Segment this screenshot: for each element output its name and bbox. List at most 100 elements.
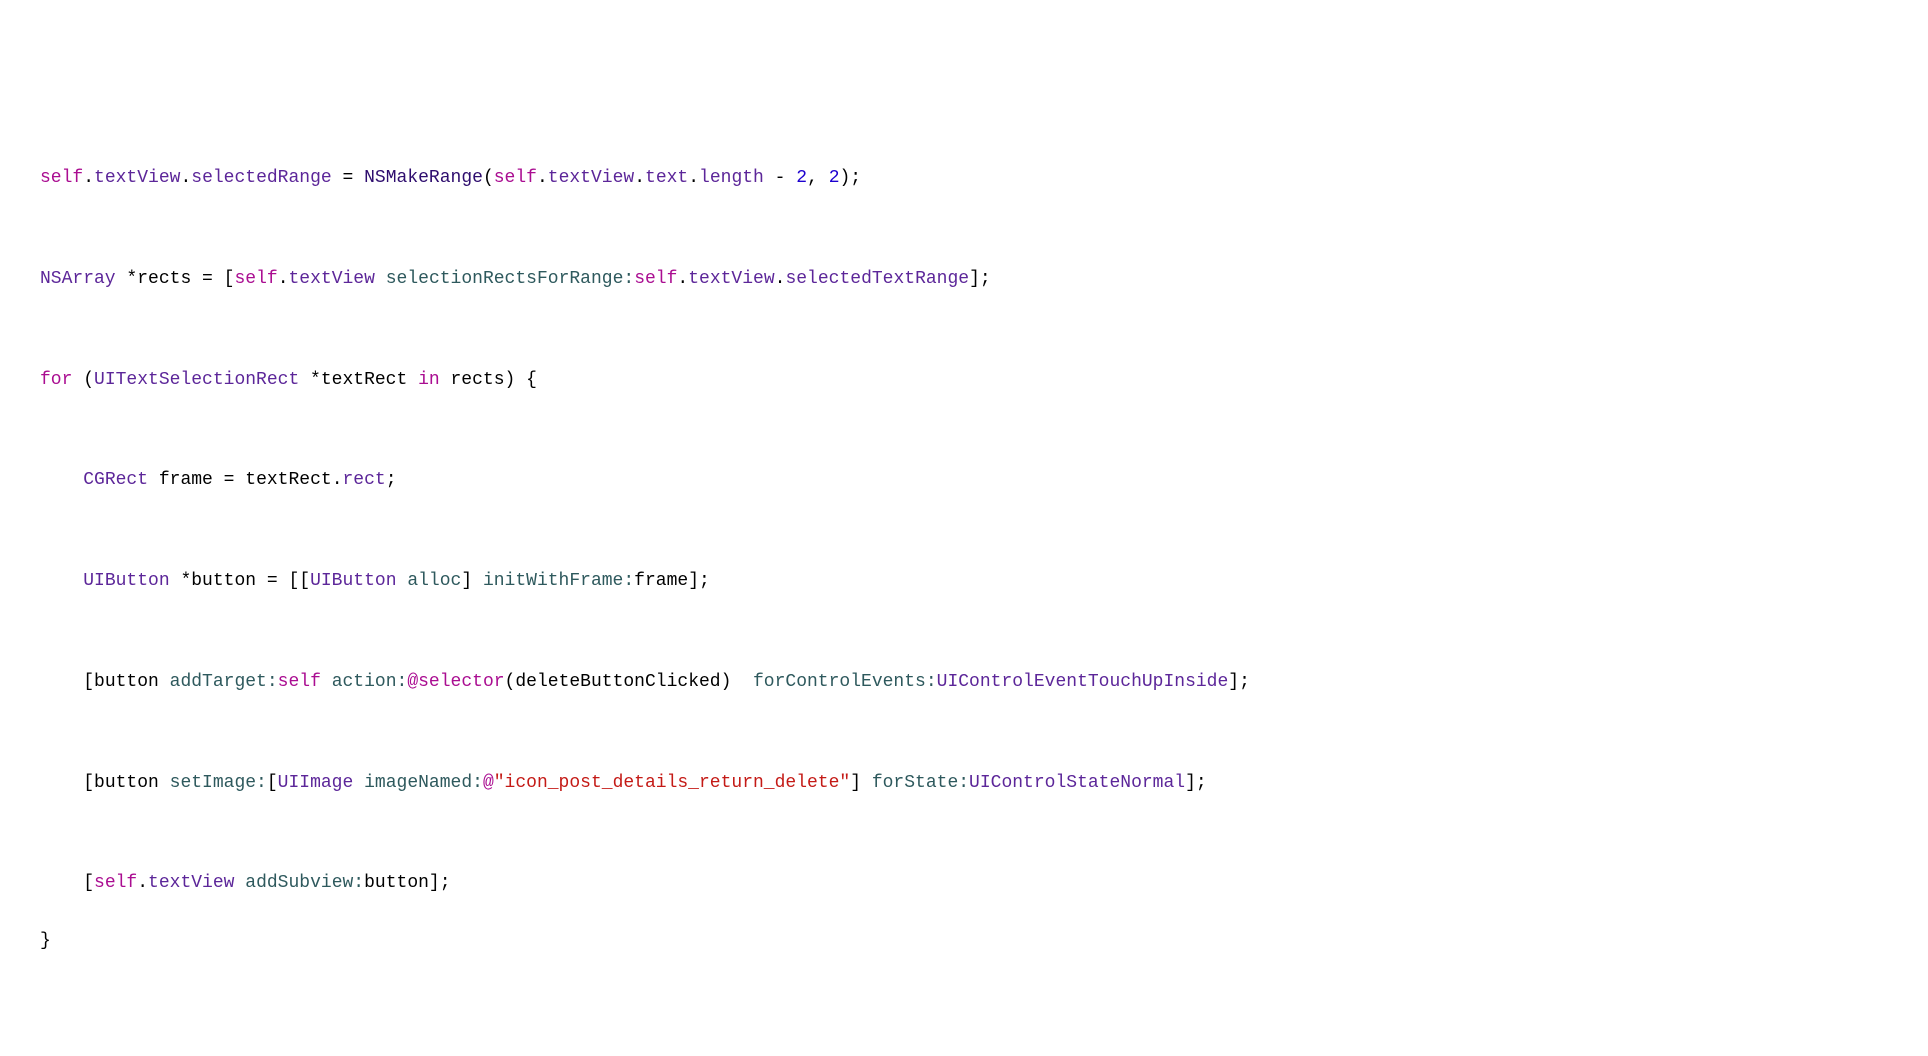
token-close: ]; (1185, 773, 1207, 793)
token-paren: ( (483, 168, 494, 188)
token-string: "icon_post_details_return_delete" (494, 773, 850, 793)
code-line-8: [self.textView addSubview:button]; (40, 869, 1888, 898)
token-type: UIImage (278, 773, 354, 793)
token-function: NSMakeRange (364, 168, 483, 188)
token-close: ] (461, 571, 483, 591)
token-dot: . (278, 269, 289, 289)
token-identifier: textRect (245, 470, 331, 490)
token-property: textView (688, 269, 774, 289)
token-dot: . (332, 470, 343, 490)
token-method: alloc (407, 571, 461, 591)
token-self: self (494, 168, 537, 188)
token-star: * (170, 571, 192, 591)
token-eq: = (332, 168, 364, 188)
token-close: ]; (688, 571, 710, 591)
token-number: 2 (796, 168, 807, 188)
token-bracket: [ (267, 773, 278, 793)
token-paren: ) { (505, 370, 537, 390)
token-property: rect (343, 470, 386, 490)
token-space (234, 873, 245, 893)
token-dot: . (83, 168, 94, 188)
token-identifier: frame (634, 571, 688, 591)
token-paren: ); (840, 168, 862, 188)
blank-line (40, 322, 1888, 336)
token-method: forControlEvents: (753, 672, 937, 692)
token-identifier: deleteButtonClicked (515, 672, 720, 692)
token-semi: ; (386, 470, 397, 490)
token-identifier: rects (137, 269, 191, 289)
token-property: textView (289, 269, 375, 289)
token-self: self (634, 269, 677, 289)
token-space (148, 470, 159, 490)
code-line-2: NSArray *rects = [self.textView selectio… (40, 265, 1888, 294)
token-identifier: textRect (321, 370, 407, 390)
token-indent (40, 470, 83, 490)
token-method: addTarget: (170, 672, 278, 692)
token-op: - (764, 168, 796, 188)
token-brace: } (40, 931, 51, 951)
token-dot: . (137, 873, 148, 893)
token-space (375, 269, 386, 289)
token-identifier: frame (159, 470, 213, 490)
token-dot: . (180, 168, 191, 188)
token-property: textView (148, 873, 234, 893)
token-close: ]; (429, 873, 451, 893)
token-eq: = [ (191, 269, 234, 289)
token-property: length (699, 168, 764, 188)
token-dot: . (537, 168, 548, 188)
token-method: selectionRectsForRange: (386, 269, 634, 289)
token-paren: ( (505, 672, 516, 692)
token-identifier: button (94, 672, 159, 692)
token-star: * (116, 269, 138, 289)
code-block: self.textView.selectedRange = NSMakeRang… (40, 135, 1888, 984)
token-identifier: button (94, 773, 159, 793)
token-property: selectedTextRange (785, 269, 969, 289)
token-identifier: button (364, 873, 429, 893)
token-space (397, 571, 408, 591)
token-bracket: ] (850, 773, 872, 793)
token-indent: [ (40, 873, 94, 893)
token-close: ]; (1228, 672, 1250, 692)
token-paren: ( (72, 370, 94, 390)
token-dot: . (677, 269, 688, 289)
token-property: text (645, 168, 688, 188)
token-type: NSArray (40, 269, 116, 289)
code-line-9: } (40, 927, 1888, 956)
token-at: @ (483, 773, 494, 793)
code-line-4: CGRect frame = textRect.rect; (40, 466, 1888, 495)
token-keyword: for (40, 370, 72, 390)
token-type: UIButton (310, 571, 396, 591)
token-space (159, 672, 170, 692)
token-method: initWithFrame: (483, 571, 634, 591)
token-space (321, 672, 332, 692)
token-close: ]; (969, 269, 991, 289)
blank-line (40, 625, 1888, 639)
token-self: self (94, 873, 137, 893)
token-eq: = (213, 470, 245, 490)
token-comma: , (807, 168, 829, 188)
token-type: UITextSelectionRect (94, 370, 299, 390)
token-eq: = [[ (256, 571, 310, 591)
token-at-selector: @selector (407, 672, 504, 692)
token-enum: UIControlStateNormal (969, 773, 1185, 793)
token-self: self (234, 269, 277, 289)
token-type: CGRect (83, 470, 148, 490)
token-dot: . (688, 168, 699, 188)
token-keyword: in (407, 370, 450, 390)
token-method: addSubview: (245, 873, 364, 893)
blank-line (40, 423, 1888, 437)
token-method: setImage: (170, 773, 267, 793)
token-number: 2 (829, 168, 840, 188)
code-line-5: UIButton *button = [[UIButton alloc] ini… (40, 567, 1888, 596)
token-identifier: button (191, 571, 256, 591)
code-line-6: [button addTarget:self action:@selector(… (40, 668, 1888, 697)
token-enum: UIControlEventTouchUpInside (937, 672, 1229, 692)
token-property: textView (548, 168, 634, 188)
token-dot: . (634, 168, 645, 188)
blank-line (40, 826, 1888, 840)
token-indent: [ (40, 773, 94, 793)
code-line-7: [button setImage:[UIImage imageNamed:@"i… (40, 769, 1888, 798)
blank-line (40, 222, 1888, 236)
token-space (353, 773, 364, 793)
blank-line (40, 524, 1888, 538)
